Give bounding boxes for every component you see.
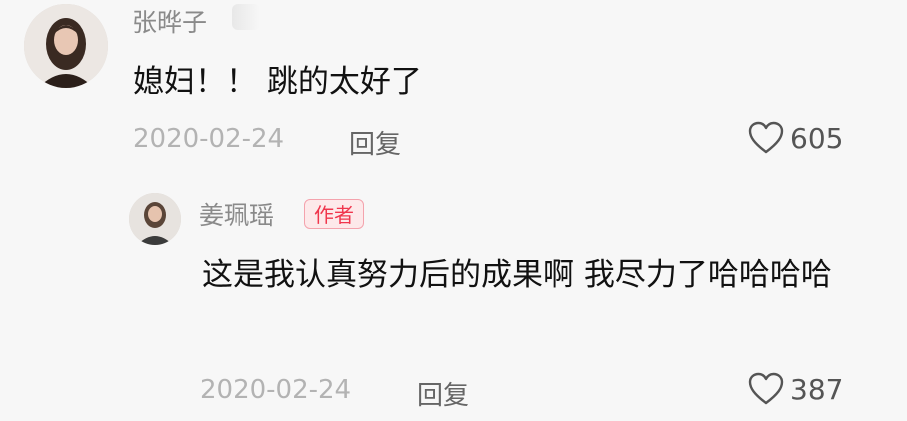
heart-outline-icon	[748, 121, 784, 154]
heart-outline-icon	[748, 372, 784, 405]
like-button[interactable]: 387	[748, 372, 843, 406]
author-badge: 作者	[304, 199, 364, 229]
reply-button[interactable]: 回复	[417, 375, 469, 412]
comment-text: 媳妇！！ 跳的太好了	[133, 64, 422, 100]
like-count: 387	[790, 372, 844, 406]
avatar[interactable]	[24, 4, 108, 88]
avatar[interactable]	[129, 193, 181, 245]
reply-button[interactable]: 回复	[349, 124, 401, 161]
comment-text: 这是我认真努力后的成果啊 我尽力了哈哈哈哈	[202, 257, 832, 293]
comment-date: 2020-02-24	[133, 124, 285, 154]
like-button[interactable]: 605	[748, 121, 843, 155]
username[interactable]: 姜珮瑶	[199, 196, 274, 232]
like-count: 605	[790, 121, 844, 155]
comment-date: 2020-02-24	[200, 375, 352, 405]
username[interactable]: 张晔子	[132, 3, 207, 39]
blur-mark	[232, 4, 260, 30]
